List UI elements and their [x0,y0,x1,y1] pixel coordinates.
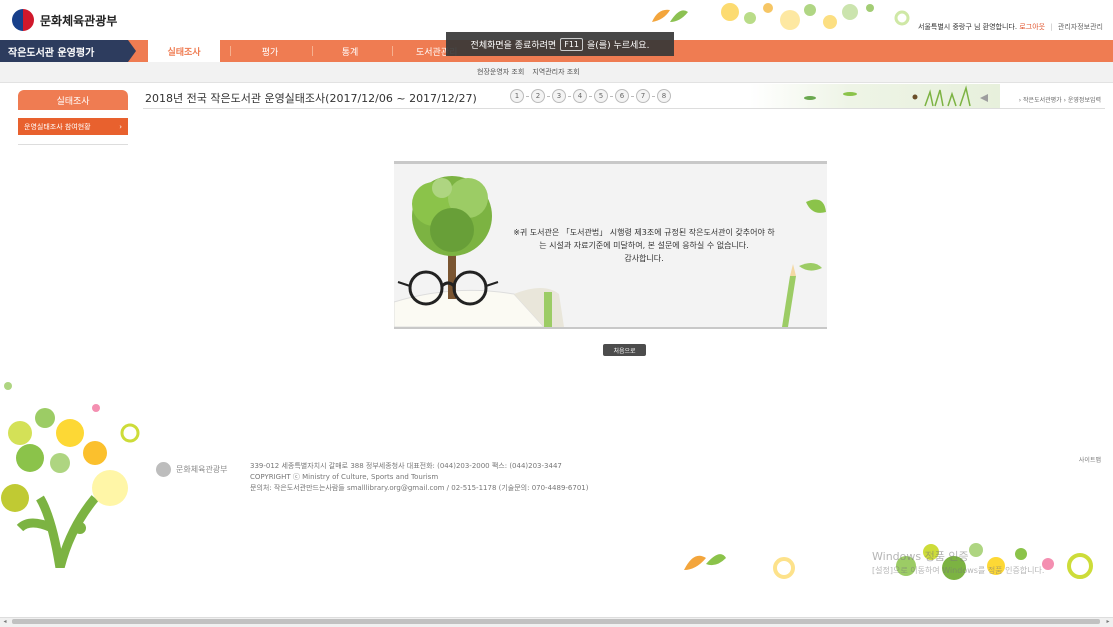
scroll-left-icon[interactable]: ◂ [0,617,10,626]
footer-logo: 문화체육관광부 [156,462,228,477]
step-2: 2 [531,89,545,103]
sidebar-divider [18,144,128,145]
logout-link[interactable]: 로그아웃 [1019,23,1045,31]
page-title: 2018년 전국 작은도서관 운영실태조사(2017/12/06 ~ 2017/… [145,92,477,105]
header-decoration [652,3,910,30]
nav-divider [230,46,231,56]
admin-info-link[interactable]: 관리자정보관리 [1058,23,1103,31]
toast-suffix: 을(를) 누르세요. [587,40,650,51]
sidebar-item-participation-status[interactable]: 운영실태조사 참여현황 › [18,118,128,135]
watermark-title: Windows 정품 인증 [872,550,969,563]
sitemap-link[interactable]: 사이트맵 [1079,455,1101,464]
tab-statistics[interactable]: 통계 [318,40,382,62]
watermark-subtitle: [설정]으로 이동하여 Windows를 정품 인증합니다. [872,566,1045,575]
footer-copyright: COPYRIGHT ⓒ Ministry of Culture, Sports … [250,473,439,481]
fullscreen-exit-toast: 전체화면을 종료하려면 F11 을(를) 누르세요. [446,32,674,56]
footer-info: 339-012 세종특별자치시 갈매로 388 정부세종청사 대표전화: (04… [250,461,588,494]
step-6: 6 [615,89,629,103]
toast-key: F11 [560,37,583,51]
footer-contact: 문의처: 작은도서관만드는사람들 smalllibrary.org@gmail.… [250,484,589,492]
notice-message: ※귀 도서관은 「도서관법」 시행령 제3조에 규정된 작은도서관이 갖추어야 … [494,226,794,265]
nav-divider [312,46,313,56]
logo[interactable]: 문화체육관광부 [12,9,117,31]
sidebar-title: 실태조사 [18,90,128,110]
step-1: 1 [510,89,524,103]
subnav-link-regional-manager[interactable]: 지역관리자 조회 [532,67,579,77]
tab-evaluation[interactable]: 평가 [238,40,302,62]
breadcrumb: › 작은도서관평가 › 운영정보입력 [1018,97,1101,104]
step-3: 3 [552,89,566,103]
chevron-right-icon: › [119,122,122,131]
notice-line-3: 감사합니다. [624,254,664,263]
windows-activation-watermark: Windows 정품 인증 [설정]으로 이동하여 Windows를 정품 인증… [872,550,1044,578]
user-greeting: 서울특별시 중랑구 님 환영합니다. [918,23,1018,31]
nav-brand-arrow [128,40,136,62]
separator: | [1050,23,1053,31]
step-4: 4 [573,89,587,103]
user-bar: 서울특별시 중랑구 님 환영합니다. 로그아웃 | 관리자정보관리 [918,22,1103,32]
taegeuk-emblem-icon [156,462,171,477]
home-button[interactable]: 처음으로 [603,344,646,356]
nav-brand[interactable]: 작은도서관 운영평가 [0,40,128,62]
logo-text: 문화체육관광부 [40,13,118,28]
step-5: 5 [594,89,608,103]
notice-box: ※귀 도서관은 「도서관법」 시행령 제3조에 규정된 작은도서관이 갖추어야 … [394,161,827,329]
tab-survey[interactable]: 실태조사 [148,40,220,62]
footer-address: 339-012 세종특별자치시 갈매로 388 정부세종청사 대표전화: (04… [250,462,562,470]
scroll-right-icon[interactable]: ▸ [1103,617,1113,626]
sub-nav-links: 현장운영자 조회 지역관리자 조회 [477,67,580,77]
title-divider [143,108,1105,109]
step-indicator: 1 2 3 4 5 6 7 8 [510,89,671,103]
tree-decoration-icon [1,382,140,568]
step-8: 8 [657,89,671,103]
taegeuk-emblem-icon [12,9,34,31]
toast-prefix: 전체화면을 종료하려면 [470,40,557,51]
footer-logo-text: 문화체육관광부 [176,465,228,474]
scrollbar-thumb[interactable] [12,619,1100,624]
nav-divider [392,46,393,56]
step-7: 7 [636,89,650,103]
grass-decoration-icon [804,85,988,107]
notice-line-2: 는 시설과 자료기준에 미달하여, 본 설문에 응하실 수 없습니다. [539,241,749,250]
notice-line-1: ※귀 도서관은 「도서관법」 시행령 제3조에 규정된 작은도서관이 갖추어야 … [513,228,775,237]
subnav-link-field-operator[interactable]: 현장운영자 조회 [477,67,524,77]
sidebar-item-label: 운영실태조사 참여현황 [24,122,91,131]
